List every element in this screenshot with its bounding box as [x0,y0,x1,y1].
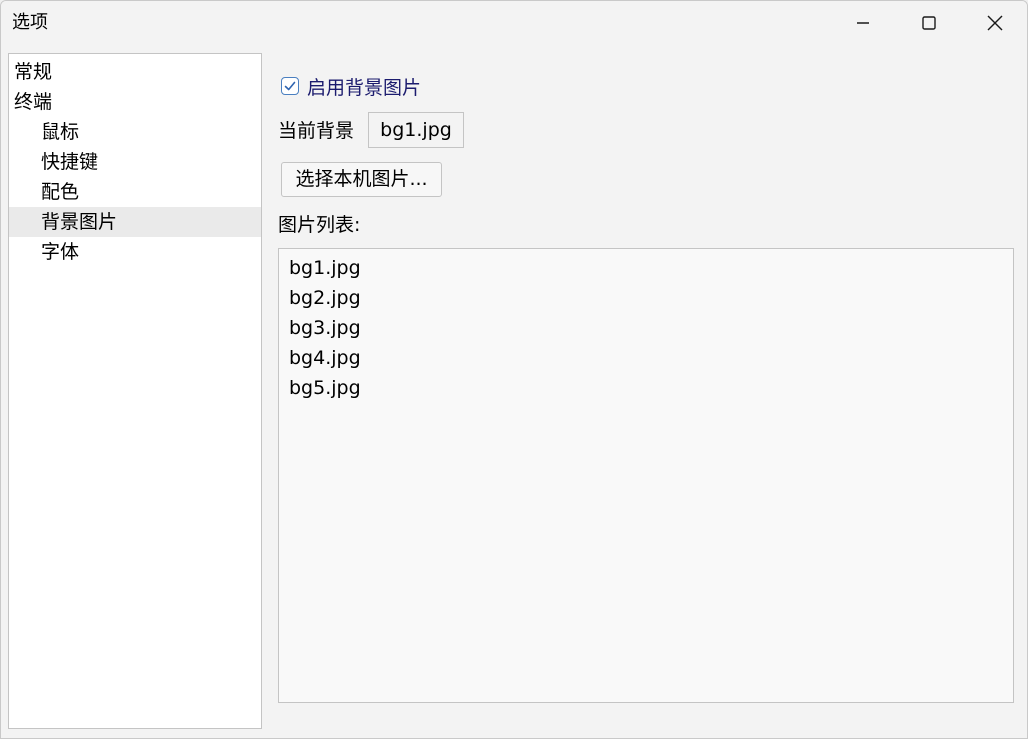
nav-item-font[interactable]: 字体 [9,237,261,267]
close-button[interactable] [962,1,1027,45]
image-list-label: 图片列表: [278,214,361,236]
nav-item-background-image[interactable]: 背景图片 [9,207,261,237]
choose-local-image-button[interactable]: 选择本机图片... [281,162,442,197]
list-item[interactable]: bg5.jpg [279,373,1013,403]
nav-item-mouse[interactable]: 鼠标 [9,117,261,147]
list-item[interactable]: bg1.jpg [279,253,1013,283]
nav-item-color-scheme[interactable]: 配色 [9,177,261,207]
background-settings-panel: 启用背景图片 当前背景 bg1.jpg 选择本机图片... 图片列表: bg1.… [263,45,1027,738]
image-list[interactable]: bg1.jpg bg2.jpg bg3.jpg bg4.jpg bg5.jpg [278,248,1014,703]
current-background-value: bg1.jpg [368,112,464,148]
list-item[interactable]: bg3.jpg [279,313,1013,343]
enable-background-checkbox-row[interactable]: 启用背景图片 [281,73,421,99]
current-background-label: 当前背景 [278,120,355,142]
enable-background-checkbox[interactable] [281,77,299,95]
title-bar: 选项 [1,1,1027,45]
settings-nav-tree: 常规 终端 鼠标 快捷键 配色 背景图片 字体 [8,53,262,729]
maximize-icon [922,16,936,30]
checkmark-icon [284,81,296,91]
maximize-button[interactable] [896,1,962,45]
close-icon [987,15,1003,31]
window-title: 选项 [12,12,48,33]
minimize-icon [857,22,869,24]
options-window: 选项 常规 终端 鼠标 快捷键 配色 背景图片 字体 启用背景图片 当前背景 b… [0,0,1028,739]
minimize-button[interactable] [830,1,896,45]
list-item[interactable]: bg2.jpg [279,283,1013,313]
list-item[interactable]: bg4.jpg [279,343,1013,373]
enable-background-label: 启用背景图片 [307,76,422,99]
nav-item-shortcuts[interactable]: 快捷键 [9,147,261,177]
nav-item-terminal[interactable]: 终端 [9,87,261,117]
nav-item-general[interactable]: 常规 [9,57,261,87]
